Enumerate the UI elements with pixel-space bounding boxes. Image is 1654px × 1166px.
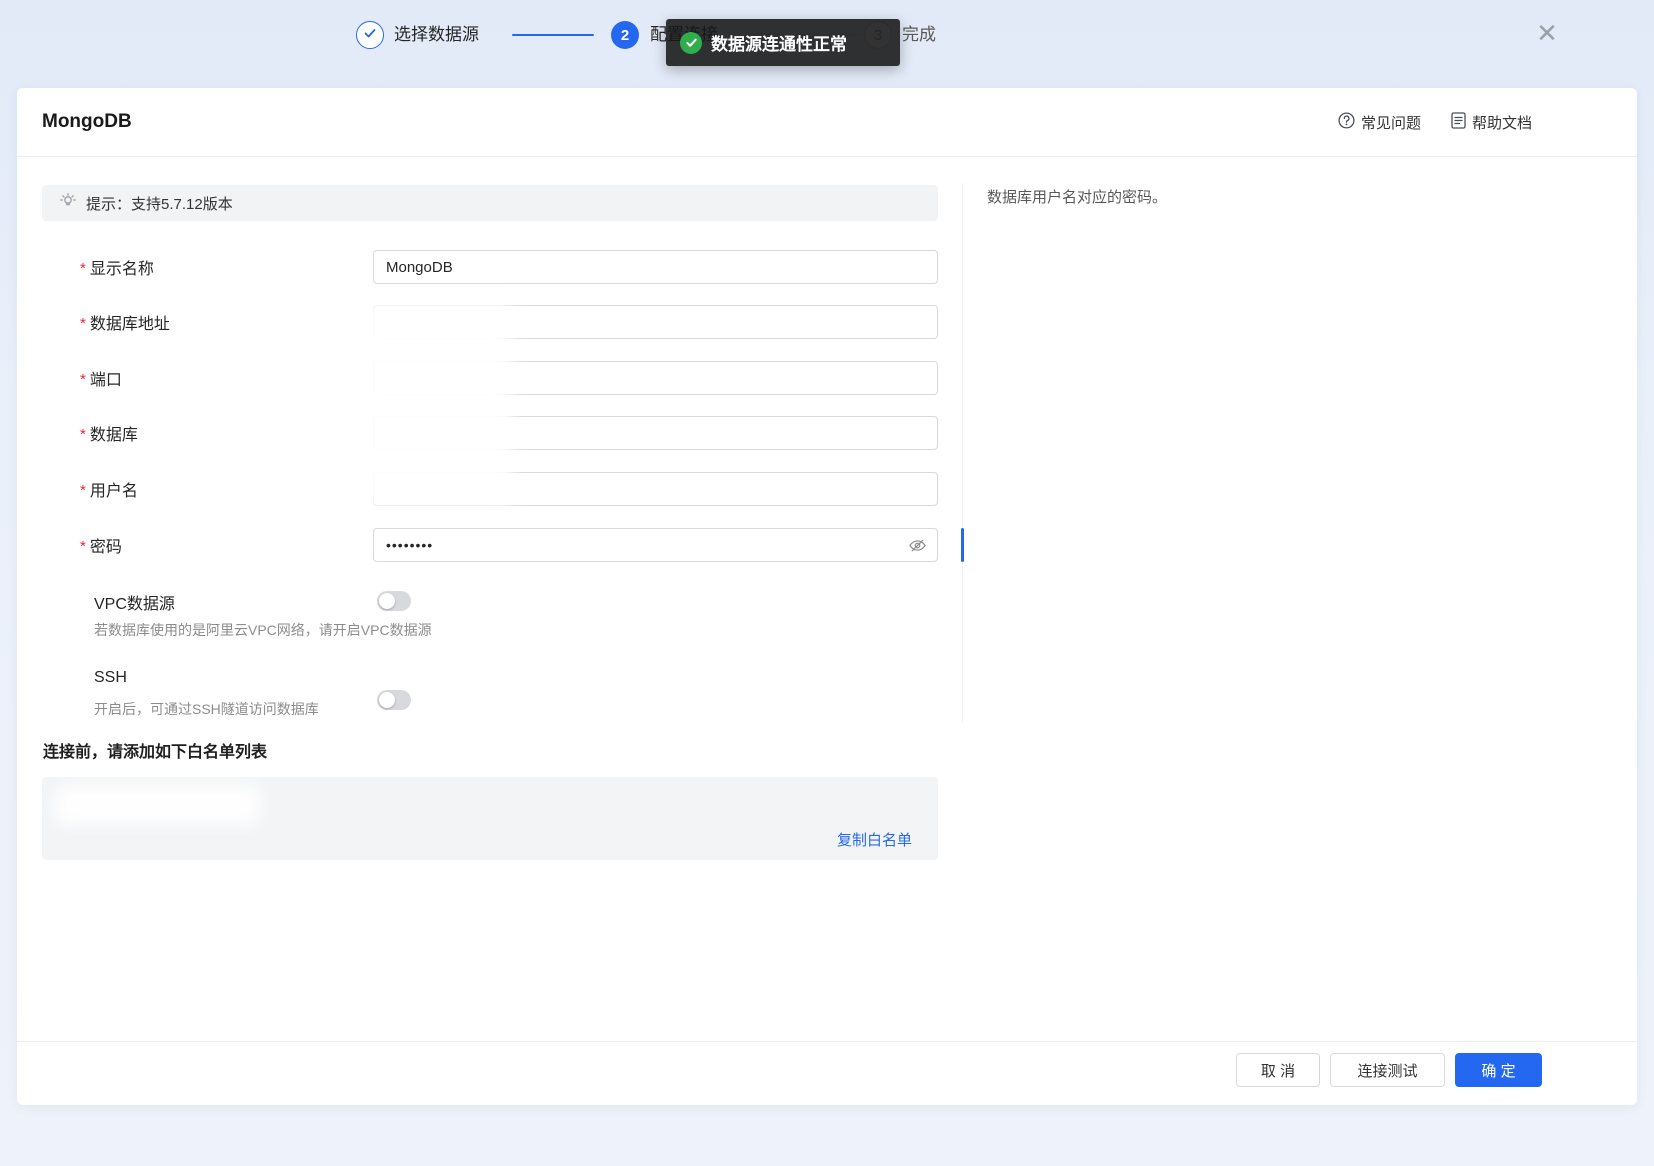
form-help-divider	[962, 183, 963, 723]
eye-off-icon[interactable]	[908, 536, 927, 560]
faq-label: 常见问题	[1360, 114, 1421, 132]
dialog-card: MongoDB 常见问题 帮助文档 提示：支持5.7.12版本 * 显示名称 M…	[17, 88, 1637, 1105]
required-asterisk: *	[80, 260, 86, 277]
required-asterisk: *	[80, 371, 86, 388]
password-field-wrap	[373, 528, 938, 562]
whitelist-title: 连接前，请添加如下白名单列表	[43, 744, 268, 761]
tip-text: 提示：支持5.7.12版本	[86, 195, 233, 213]
ssh-helper-text: 开启后，可通过SSH隧道访问数据库	[94, 701, 319, 717]
field-label-db-address: * 数据库地址	[80, 315, 170, 333]
field-label-display-name: * 显示名称	[80, 260, 154, 278]
help-doc-label: 帮助文档	[1471, 114, 1532, 132]
redaction-blur	[362, 300, 512, 508]
password-input[interactable]	[373, 528, 938, 562]
redaction-blur	[55, 785, 260, 825]
step3-label: 完成	[902, 25, 936, 44]
vpc-label: VPC数据源	[94, 596, 175, 613]
field-help-text: 数据库用户名对应的密码。	[987, 189, 1168, 206]
toggle-knob	[379, 593, 395, 609]
close-icon[interactable]: ✕	[1532, 18, 1562, 48]
step-connector-1	[512, 34, 594, 36]
help-doc-link[interactable]: 帮助文档	[1451, 111, 1532, 133]
active-field-indicator	[961, 528, 964, 562]
field-label-database: * 数据库	[80, 426, 138, 444]
ssh-toggle[interactable]	[377, 690, 411, 710]
tip-banner: 提示：支持5.7.12版本	[42, 185, 938, 221]
page-title: MongoDB	[42, 111, 132, 132]
vpc-toggle[interactable]	[377, 591, 411, 611]
bulb-icon	[59, 192, 77, 215]
required-asterisk: *	[80, 426, 86, 443]
whitelist-box: 复制白名单	[42, 777, 938, 860]
footer-divider	[17, 1041, 1637, 1042]
copy-whitelist-link[interactable]: 复制白名单	[837, 829, 912, 850]
display-name-input[interactable]	[373, 250, 938, 284]
toggle-knob	[379, 692, 395, 708]
toast-message: 数据源连通性正常	[711, 35, 847, 54]
success-check-icon	[680, 31, 702, 54]
step1-label: 选择数据源	[394, 25, 479, 44]
confirm-button[interactable]: 确 定	[1455, 1053, 1542, 1087]
card-header: MongoDB 常见问题 帮助文档	[17, 88, 1637, 157]
faq-link[interactable]: 常见问题	[1338, 111, 1421, 133]
cancel-button[interactable]: 取 消	[1236, 1053, 1320, 1087]
document-icon	[1451, 111, 1466, 133]
ssh-label: SSH	[94, 669, 127, 686]
question-circle-icon	[1338, 111, 1355, 133]
field-label-username: * 用户名	[80, 482, 138, 500]
field-label-password: * 密码	[80, 538, 122, 556]
step1-check-icon	[363, 26, 377, 44]
step1-circle	[356, 21, 384, 49]
required-asterisk: *	[80, 482, 86, 499]
required-asterisk: *	[80, 315, 86, 332]
connection-test-button[interactable]: 连接测试	[1330, 1053, 1445, 1087]
vpc-helper-text: 若数据库使用的是阿里云VPC网络，请开启VPC数据源	[94, 622, 432, 638]
step2-circle: 2	[611, 21, 639, 49]
required-asterisk: *	[80, 538, 86, 555]
field-label-port: * 端口	[80, 371, 122, 389]
step2-number: 2	[620, 26, 630, 44]
toast-success: 数据源连通性正常	[666, 19, 900, 66]
